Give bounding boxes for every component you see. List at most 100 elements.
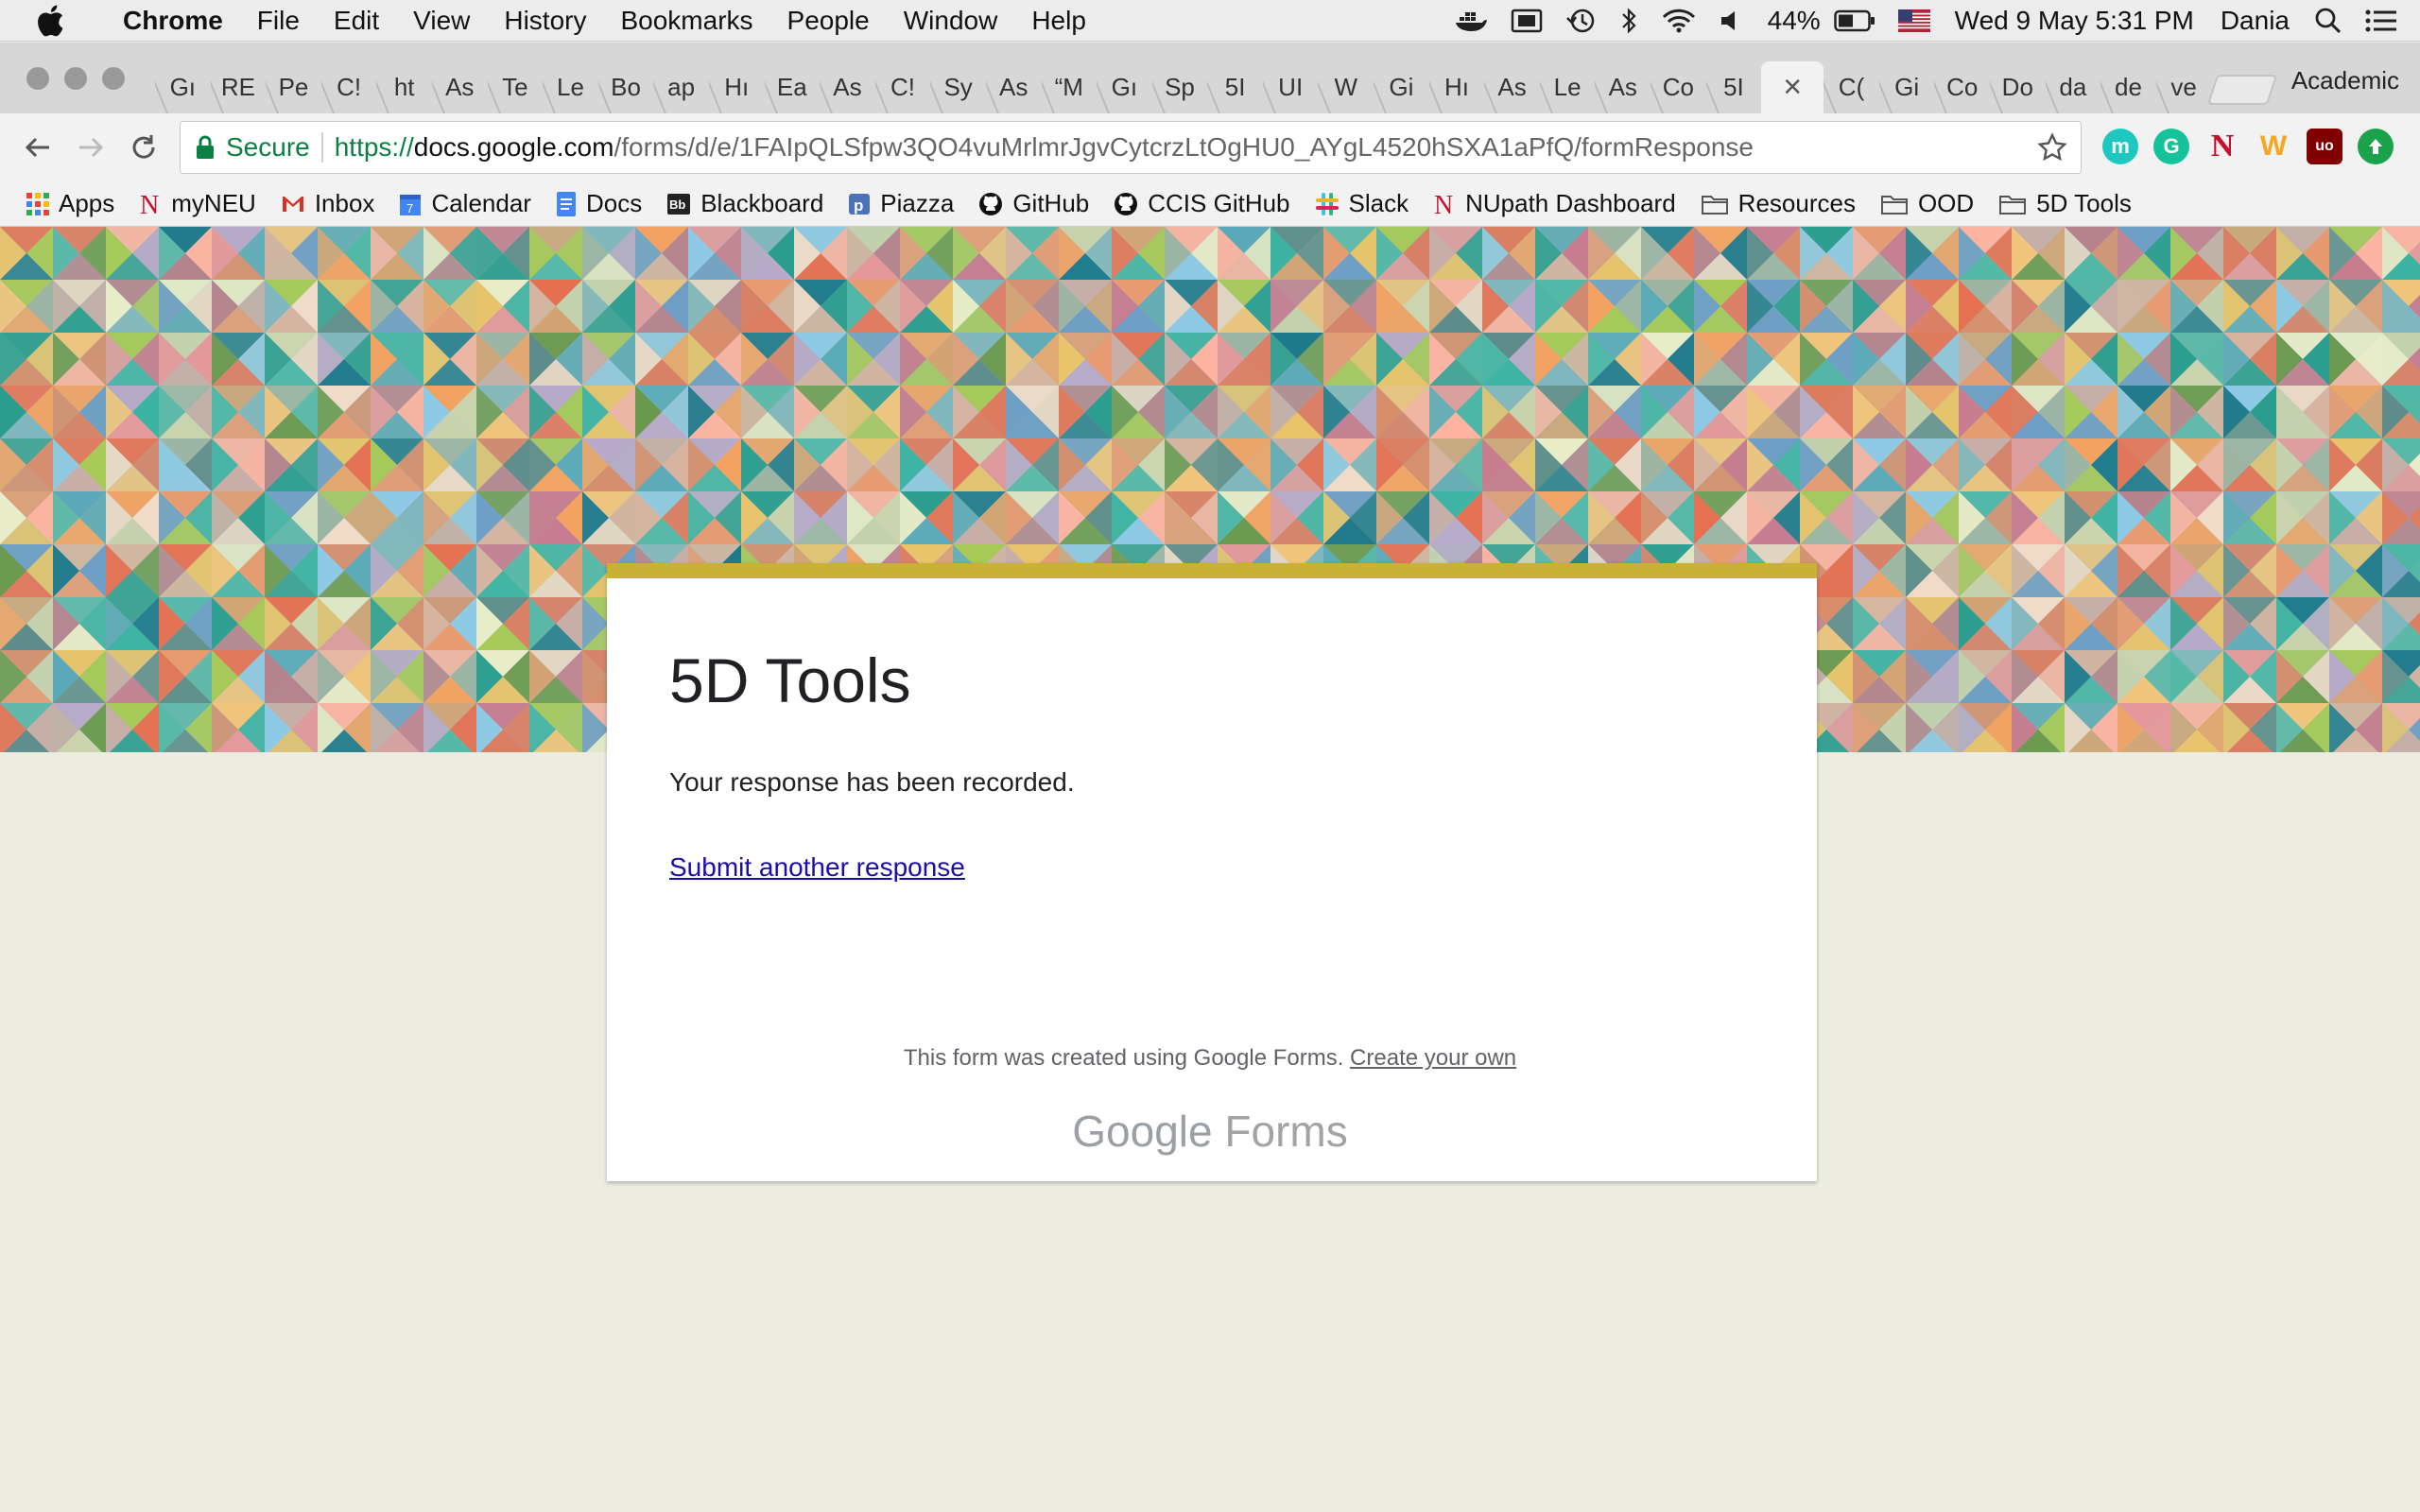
menu-help[interactable]: Help bbox=[1014, 6, 1103, 36]
browser-tab[interactable]: da bbox=[2046, 61, 2101, 113]
browser-tab[interactable]: ap bbox=[653, 61, 709, 113]
browser-tab[interactable]: Gı bbox=[1097, 61, 1152, 113]
bookmark-ccis-github[interactable]: CCIS GitHub bbox=[1114, 189, 1290, 218]
close-window-button[interactable] bbox=[26, 67, 49, 90]
forward-icon[interactable] bbox=[70, 127, 112, 168]
address-bar[interactable]: Secure https:// docs.google.com /forms/d… bbox=[180, 121, 2082, 174]
bookmark-label: Docs bbox=[585, 189, 643, 217]
extension-m-icon[interactable]: m bbox=[2102, 129, 2138, 164]
browser-tab[interactable]: As bbox=[1484, 61, 1540, 113]
browser-tab[interactable]: As bbox=[1595, 61, 1651, 113]
bluetooth-icon[interactable] bbox=[1620, 7, 1639, 35]
menu-window[interactable]: Window bbox=[887, 6, 1015, 36]
bookmark-calendar[interactable]: 7 Calendar bbox=[399, 189, 531, 218]
menu-view[interactable]: View bbox=[396, 6, 487, 36]
lock-icon[interactable] bbox=[196, 135, 215, 160]
browser-tab[interactable]: C! bbox=[321, 61, 377, 113]
browser-tab[interactable]: UI bbox=[1263, 61, 1319, 113]
menubar-user[interactable]: Dania bbox=[2221, 6, 2290, 36]
browser-tab[interactable]: As bbox=[986, 61, 1042, 113]
back-icon[interactable] bbox=[17, 127, 59, 168]
zoom-window-button[interactable] bbox=[102, 67, 125, 90]
menubar-clock[interactable]: Wed 9 May 5:31 PM bbox=[1955, 6, 2194, 36]
browser-tab[interactable]: RE bbox=[211, 61, 267, 113]
northeastern-extension-icon[interactable]: N bbox=[2204, 129, 2240, 164]
browser-tab[interactable]: Gı bbox=[155, 61, 211, 113]
browser-tab[interactable]: Gi bbox=[1879, 61, 1935, 113]
tab-active[interactable]: × bbox=[1761, 61, 1824, 113]
browser-tab[interactable]: Sy bbox=[930, 61, 986, 113]
new-tab-button[interactable] bbox=[2206, 75, 2278, 105]
browser-tab[interactable]: W bbox=[1318, 61, 1374, 113]
submit-another-response-link[interactable]: Submit another response bbox=[669, 852, 965, 883]
browser-tab[interactable]: ve bbox=[2156, 61, 2212, 113]
browser-tab[interactable]: Ea bbox=[765, 61, 821, 113]
battery-icon[interactable] bbox=[1833, 9, 1876, 32]
menu-bookmarks[interactable]: Bookmarks bbox=[603, 6, 769, 36]
browser-tab[interactable]: Le bbox=[543, 61, 598, 113]
browser-tab[interactable]: Le bbox=[1540, 61, 1596, 113]
bookmark-inbox[interactable]: Inbox bbox=[281, 189, 374, 218]
browser-tab[interactable]: de bbox=[2100, 61, 2156, 113]
svg-text:7: 7 bbox=[406, 201, 413, 215]
bookmark-piazza[interactable]: p Piazza bbox=[848, 189, 954, 218]
time-machine-icon[interactable] bbox=[1565, 7, 1598, 35]
browser-tab[interactable]: As bbox=[820, 61, 875, 113]
bookmark-ood[interactable]: OOD bbox=[1880, 189, 1974, 218]
docker-icon[interactable] bbox=[1454, 8, 1488, 34]
browser-tab[interactable]: Bo bbox=[598, 61, 654, 113]
bookmark-blackboard[interactable]: Bb Blackboard bbox=[666, 189, 823, 218]
menu-file[interactable]: File bbox=[240, 6, 317, 36]
apps-grid-icon bbox=[26, 192, 49, 215]
browser-tab[interactable]: Do bbox=[1990, 61, 2046, 113]
menu-edit[interactable]: Edit bbox=[317, 6, 396, 36]
browser-tab[interactable]: “M bbox=[1042, 61, 1098, 113]
ublock-icon[interactable]: uo bbox=[2307, 129, 2342, 164]
volume-icon[interactable] bbox=[1719, 9, 1743, 33]
close-tab-icon[interactable]: × bbox=[1783, 69, 1802, 106]
browser-tab[interactable]: 5I bbox=[1706, 61, 1762, 113]
grammarly-icon[interactable]: G bbox=[2153, 129, 2189, 164]
browser-tab[interactable]: C( bbox=[1824, 61, 1879, 113]
browser-tab[interactable]: Hı bbox=[1429, 61, 1485, 113]
bookmark-5d-tools[interactable]: 5D Tools bbox=[1998, 189, 2132, 218]
browser-tab[interactable]: ht bbox=[376, 61, 432, 113]
browser-tab[interactable]: Pe bbox=[266, 61, 321, 113]
bookmark-apps[interactable]: Apps bbox=[26, 189, 114, 218]
bookmark-docs[interactable]: Docs bbox=[556, 189, 642, 218]
browser-tab[interactable]: As bbox=[432, 61, 488, 113]
browser-tab[interactable]: Co bbox=[1934, 61, 1990, 113]
screen-mirroring-icon[interactable] bbox=[1511, 9, 1543, 33]
browser-tab[interactable]: C! bbox=[875, 61, 931, 113]
browser-tab[interactable]: Te bbox=[488, 61, 544, 113]
secure-label[interactable]: Secure bbox=[226, 132, 310, 163]
bookmark-myneu[interactable]: NmyNEU bbox=[139, 189, 256, 218]
google-forms-logo[interactable]: Google Forms bbox=[0, 1106, 2420, 1157]
menu-app-name[interactable]: Chrome bbox=[106, 6, 240, 36]
browser-tab[interactable]: Co bbox=[1651, 61, 1706, 113]
browser-tab[interactable]: Gi bbox=[1374, 61, 1429, 113]
browser-tab[interactable]: 5I bbox=[1207, 61, 1263, 113]
menu-history[interactable]: History bbox=[487, 6, 603, 36]
extension-w-icon[interactable]: W bbox=[2256, 129, 2291, 164]
profile-button[interactable]: Academic bbox=[2291, 66, 2399, 95]
reload-icon[interactable] bbox=[123, 127, 164, 168]
menu-people[interactable]: People bbox=[770, 6, 887, 36]
browser-tab[interactable]: Hı bbox=[709, 61, 765, 113]
bookmark-nupath-dashboard[interactable]: N NUpath Dashboard bbox=[1433, 189, 1676, 218]
tab-title: As bbox=[833, 73, 862, 101]
upload-extension-icon[interactable] bbox=[2358, 129, 2394, 164]
notification-center-icon[interactable] bbox=[2365, 9, 2397, 33]
browser-tab[interactable]: Sp bbox=[1152, 61, 1208, 113]
us-flag-icon[interactable] bbox=[1897, 9, 1930, 32]
wifi-icon[interactable] bbox=[1662, 8, 1696, 34]
bookmark-slack[interactable]: Slack bbox=[1315, 189, 1409, 218]
minimize-window-button[interactable] bbox=[64, 67, 87, 90]
bookmark-star-icon[interactable] bbox=[2037, 132, 2067, 169]
apple-menu-icon[interactable] bbox=[36, 5, 74, 37]
create-your-own-link[interactable]: Create your own bbox=[1350, 1045, 1516, 1071]
spotlight-search-icon[interactable] bbox=[2314, 7, 2342, 35]
tab-title: As bbox=[999, 73, 1028, 101]
bookmark-resources[interactable]: Resources bbox=[1701, 189, 1856, 218]
bookmark-github[interactable]: GitHub bbox=[978, 189, 1089, 218]
